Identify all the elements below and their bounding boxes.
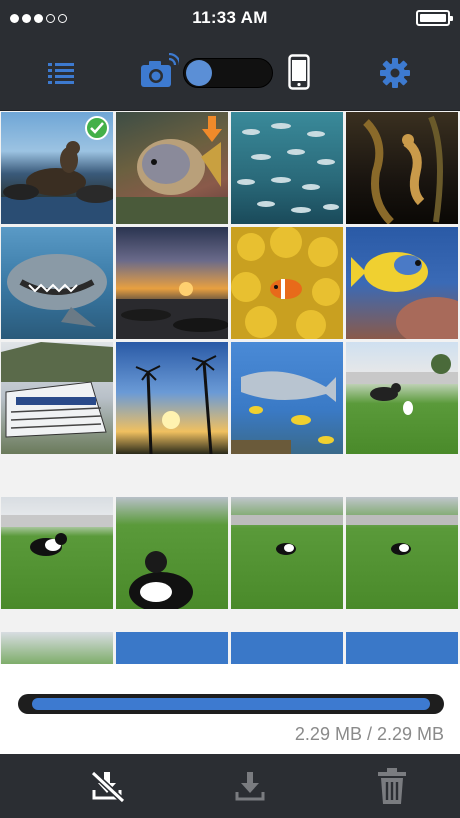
- dog-lawn-image: [1, 515, 113, 556]
- signal-dot: [22, 13, 31, 23]
- dog-lawn-image: [231, 515, 343, 555]
- photo-thumbnail[interactable]: [116, 497, 228, 609]
- signal-dot: [10, 13, 19, 23]
- photo-thumbnail[interactable]: [116, 632, 228, 664]
- dog-closeup-image: [129, 551, 193, 609]
- photo-thumbnail[interactable]: [1, 227, 113, 339]
- photo-thumbnail[interactable]: [231, 342, 343, 454]
- photo-thumbnail[interactable]: [231, 227, 343, 339]
- battery-icon: [416, 10, 453, 26]
- download-button[interactable]: [230, 766, 270, 806]
- dog-lawn-image: [346, 515, 458, 555]
- list-view-button[interactable]: [44, 56, 78, 90]
- signal-strength-icon: [10, 13, 67, 23]
- photo-thumbnail[interactable]: [116, 342, 228, 454]
- source-toggle[interactable]: [183, 58, 273, 88]
- status-bar: 11:33 AM: [0, 0, 460, 36]
- cancel-download-button[interactable]: [88, 766, 128, 806]
- list-icon: [48, 63, 74, 84]
- download-progress-fill: [32, 698, 430, 710]
- palm-sunset-image: [135, 355, 217, 454]
- signal-dot: [58, 13, 67, 23]
- camera-source-button[interactable]: [138, 52, 180, 92]
- download-size-text: 2.29 MB / 2.29 MB: [294, 724, 444, 744]
- photo-grid: [0, 111, 460, 664]
- photo-thumbnail[interactable]: [116, 112, 228, 224]
- delete-button[interactable]: [372, 766, 412, 806]
- photo-thumbnail[interactable]: [346, 112, 458, 224]
- school-of-fish-image: [237, 123, 339, 213]
- gear-icon: [380, 58, 410, 88]
- signal-dot: [34, 13, 43, 23]
- trash-icon: [378, 768, 406, 804]
- battery-level: [420, 14, 446, 22]
- download-progress-panel: 2.29 MB / 2.29 MB: [0, 664, 460, 754]
- signal-dot: [46, 13, 55, 23]
- photo-thumbnail[interactable]: [1, 342, 113, 454]
- dive-boat-image: [1, 342, 113, 438]
- yellow-angelfish-image: [351, 252, 458, 339]
- photo-thumbnail[interactable]: [346, 497, 458, 609]
- seahorse-image: [363, 115, 443, 224]
- dog-frisbee-image: [346, 354, 458, 415]
- phone-source-button[interactable]: [284, 52, 314, 92]
- photo-thumbnail[interactable]: [1, 632, 113, 664]
- status-time: 11:33 AM: [192, 8, 268, 27]
- photo-thumbnail[interactable]: [231, 497, 343, 609]
- photo-thumbnail[interactable]: [346, 227, 458, 339]
- photo-thumbnail[interactable]: [1, 497, 113, 609]
- photo-thumbnail[interactable]: [346, 342, 458, 454]
- photo-thumbnail[interactable]: [1, 112, 113, 224]
- download-cancel-icon: [90, 770, 126, 804]
- photo-thumbnail[interactable]: [116, 227, 228, 339]
- download-icon: [235, 772, 265, 801]
- shark-yellow-fish-image: [231, 371, 336, 454]
- selected-check-icon: [85, 116, 109, 140]
- shark-image: [7, 254, 107, 327]
- photo-thumbnail[interactable]: [231, 112, 343, 224]
- settings-button[interactable]: [376, 54, 414, 92]
- photo-thumbnail[interactable]: [346, 632, 458, 664]
- clownfish-image: [231, 227, 340, 339]
- downloading-arrow-icon: [202, 116, 222, 149]
- smartphone-icon: [288, 54, 310, 90]
- bottom-toolbar: [0, 754, 460, 818]
- photo-thumbnail[interactable]: [231, 632, 343, 664]
- sunset-shore-image: [116, 282, 228, 339]
- camera-wifi-icon: [141, 53, 179, 87]
- source-toggle-knob[interactable]: [186, 60, 212, 86]
- download-progress-bar: [18, 694, 444, 714]
- top-toolbar: [0, 36, 460, 111]
